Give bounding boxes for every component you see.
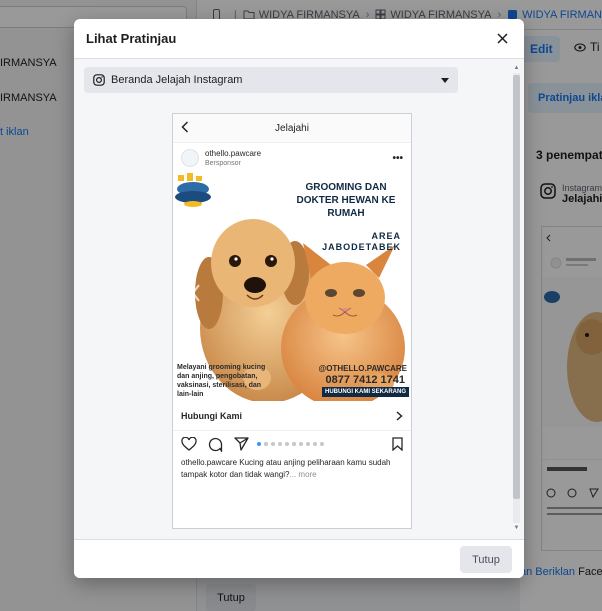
instagram-explore-preview: Jelajahi othello.pawcare Bersponsor •••	[172, 113, 412, 529]
cta-row[interactable]: Hubungi Kami	[173, 401, 411, 431]
creative-cta-banner: HUBUNGI KAMI SEKARANG	[322, 387, 409, 397]
phone-nav-title: Jelajahi	[275, 122, 309, 134]
modal-footer: Tutup	[74, 539, 524, 578]
avatar[interactable]	[181, 149, 199, 167]
caption-more-link[interactable]: ... more	[290, 470, 317, 479]
scroll-down-icon[interactable]: ▼	[513, 525, 520, 531]
post-header: othello.pawcare Bersponsor •••	[173, 143, 411, 173]
modal-scrollbar[interactable]: ▲ ▼	[513, 65, 520, 531]
carousel-dot	[278, 442, 282, 446]
caret-down-icon	[441, 77, 449, 83]
creative-services: Melayani grooming kucing dan anjing, pen…	[177, 364, 266, 398]
back-arrow-icon[interactable]	[181, 121, 189, 133]
creative-area: AREA JABODETABEK	[322, 231, 401, 252]
carousel-dot	[320, 442, 324, 446]
preview-modal: Lihat Pratinjau Beranda Jelajah Instagra…	[74, 19, 524, 578]
caption-account[interactable]: othello.pawcare	[181, 458, 237, 467]
close-button[interactable]: Tutup	[460, 546, 512, 573]
share-icon[interactable]	[234, 437, 249, 451]
creative-handle: @OTHELLO.PAWCARE	[318, 364, 407, 373]
carousel-dot	[292, 442, 296, 446]
ad-creative-image[interactable]: GROOMING DAN DOKTER HEWAN KE RUMAH AREA …	[173, 173, 411, 401]
modal-title: Lihat Pratinjau	[86, 31, 177, 46]
chevron-right-icon	[396, 410, 403, 421]
placement-select[interactable]: Beranda Jelajah Instagram	[84, 67, 458, 93]
carousel-dot	[299, 442, 303, 446]
phone-nav-bar: Jelajahi	[173, 114, 411, 143]
post-caption: othello.pawcare Kucing atau anjing pelih…	[173, 457, 411, 481]
carousel-dot	[257, 442, 261, 446]
more-options-icon[interactable]: •••	[392, 153, 403, 164]
bookmark-icon[interactable]	[392, 437, 403, 451]
carousel-dot	[271, 442, 275, 446]
placement-select-value: Beranda Jelajah Instagram	[111, 74, 243, 86]
action-bar	[173, 431, 411, 457]
modal-header: Lihat Pratinjau	[74, 19, 524, 59]
scrollbar-thumb[interactable]	[513, 75, 520, 499]
sponsored-label: Bersponsor	[205, 159, 241, 167]
carousel-dot	[306, 442, 310, 446]
comment-icon[interactable]	[208, 437, 223, 452]
close-icon[interactable]	[492, 29, 512, 49]
account-name[interactable]: othello.pawcare	[205, 149, 261, 159]
cta-label: Hubungi Kami	[181, 410, 242, 421]
scroll-up-icon[interactable]: ▲	[513, 65, 520, 71]
creative-headline: GROOMING DAN DOKTER HEWAN KE RUMAH	[296, 182, 396, 219]
carousel-dot	[285, 442, 289, 446]
heart-icon[interactable]	[181, 437, 197, 451]
instagram-icon	[93, 74, 105, 86]
modal-body: Beranda Jelajah Instagram Jelajahi othel…	[74, 59, 524, 539]
carousel-dot	[264, 442, 268, 446]
carousel-indicator	[257, 442, 324, 446]
carousel-dot	[313, 442, 317, 446]
othello-logo	[175, 173, 211, 207]
creative-phone: 0877 7412 1741	[325, 374, 405, 386]
